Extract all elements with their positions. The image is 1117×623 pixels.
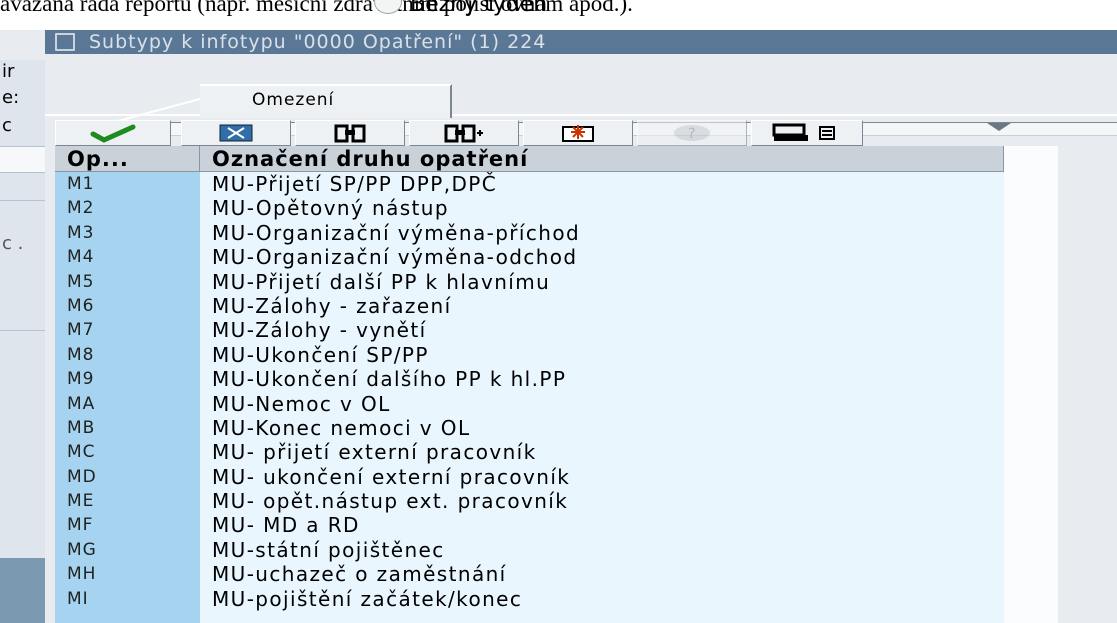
list-item[interactable]: M2 MU-Opětovný nástup (55, 196, 1004, 220)
bg-panel (0, 30, 45, 60)
list-item[interactable]: M7 MU-Zálohy - vynětí (55, 318, 1004, 342)
row-key: M3 (67, 222, 95, 243)
row-key: M2 (67, 198, 95, 219)
cancel-button[interactable] (181, 120, 291, 146)
list-item[interactable]: M4 MU-Organizační výměna-odchod (55, 245, 1004, 269)
row-text: MU- MD a RD (212, 513, 360, 538)
list-item[interactable]: M6 MU-Zálohy - zařazení (55, 294, 1004, 318)
list-item[interactable]: M3 MU-Organizační výměna-příchod (55, 221, 1004, 245)
help-icon: ? (638, 121, 746, 145)
list-item[interactable]: MI MU-pojištění začátek/konec (55, 587, 1004, 611)
list-rows: M1 MU-Přijetí SP/PP DPP,DPČ M2 MU-Opětovný … (55, 172, 1004, 611)
tab-omezeni[interactable]: Omezení (200, 84, 452, 118)
row-text: MU-Konec nemoci v OL (212, 415, 471, 440)
row-key: M7 (67, 320, 95, 341)
tab-strip: Omezení (45, 54, 1117, 122)
printer-icon (752, 121, 862, 145)
row-key: MG (67, 539, 97, 560)
row-text: MU- přijetí externí pracovník (212, 440, 537, 465)
row-key: MI (67, 588, 89, 609)
row-key: M5 (67, 271, 95, 292)
column-header-key[interactable]: Op... (55, 146, 200, 172)
binoculars-plus-icon (410, 121, 518, 145)
radio-label: Bezny tyden (410, 0, 548, 17)
list-item[interactable]: MA MU-Nemoc v OL (55, 392, 1004, 416)
row-key: M6 (67, 295, 95, 316)
checkmark-icon (56, 121, 170, 145)
row-key: M4 (67, 247, 95, 268)
row-key: M8 (67, 344, 95, 365)
find-button[interactable] (295, 120, 405, 146)
row-text: MU-Přijetí SP/PP DPP,DPČ (212, 172, 498, 196)
row-text: MU- ukončení externí pracovník (212, 464, 571, 489)
bg-field (0, 146, 45, 173)
cancel-icon (182, 121, 290, 145)
row-key: MF (67, 515, 94, 536)
list-item[interactable]: ME MU- opět.nástup ext. pracovník (55, 489, 1004, 513)
row-key: MB (67, 417, 96, 438)
list-item[interactable]: M8 MU-Ukončení SP/PP (55, 343, 1004, 367)
row-key: M1 (67, 174, 95, 194)
bg-label: c (2, 115, 12, 136)
row-text: MU-Zálohy - vynětí (212, 318, 427, 343)
list-item[interactable]: MG MU-státní pojištěnec (55, 538, 1004, 562)
row-text: MU-Nemoc v OL (212, 391, 391, 416)
bg-label: e: (2, 87, 20, 108)
row-text: MU-Opětovný nástup (212, 196, 449, 221)
new-document-icon (524, 121, 632, 145)
find-next-button[interactable] (409, 120, 519, 146)
row-text: MU-uchazeč o zaměstnání (212, 562, 507, 587)
bg-panel (0, 558, 45, 623)
row-text: MU-Ukončení dalšího PP k hl.PP (212, 367, 567, 392)
background-document: avazana rada reportu (napr. mesicni zdra… (0, 0, 1117, 30)
row-key: ME (67, 491, 95, 512)
background-window: ir e: c c . (0, 30, 45, 623)
row-text: MU-Organizační výměna-odchod (212, 245, 578, 270)
row-text: MU-Organizační výměna-příchod (212, 220, 581, 245)
row-key: M9 (67, 369, 95, 390)
column-header-text[interactable]: Označení druhu opatření (200, 146, 1004, 172)
dialog-titlebar[interactable]: Subtypy k infotypu "0000 Opatření" (1) 2… (45, 30, 1117, 54)
new-entry-button[interactable] (523, 120, 633, 146)
list-item[interactable]: MD MU- ukončení externí pracovník (55, 465, 1004, 489)
row-text: MU-Zálohy - zařazení (212, 293, 452, 318)
row-key: MD (67, 466, 97, 487)
bg-label: ir (2, 61, 15, 82)
row-text: MU-pojištění začátek/konec (212, 586, 523, 611)
list-item[interactable]: M5 MU-Přijetí další PP k hlavnímu (55, 270, 1004, 294)
list-item[interactable]: MF MU- MD a RD (55, 513, 1004, 537)
list-item[interactable]: M1 MU-Přijetí SP/PP DPP,DPČ (55, 172, 1004, 196)
list-item[interactable]: M9 MU-Ukončení dalšího PP k hl.PP (55, 367, 1004, 391)
bg-label: c . (2, 233, 24, 254)
dialog-title: Subtypy k infotypu "0000 Opatření" (1) 2… (89, 31, 547, 53)
svg-text:?: ? (688, 126, 695, 142)
confirm-button[interactable] (55, 120, 171, 146)
tab-label: Omezení (252, 90, 335, 110)
bg-divider (0, 200, 45, 201)
list-item[interactable]: MC MU- přijetí externí pracovník (55, 440, 1004, 464)
subtype-list: Op... Označení druhu opatření M1 MU-Přije… (55, 146, 1058, 623)
window-icon (55, 33, 75, 51)
list-item[interactable]: MB MU-Konec nemoci v OL (55, 416, 1004, 440)
row-key: MC (67, 442, 96, 463)
row-text: MU-státní pojištěnec (212, 537, 445, 562)
row-key: MH (67, 564, 97, 585)
row-text: MU- opět.nástup ext. pracovník (212, 489, 569, 514)
row-key: MA (67, 393, 96, 414)
print-button[interactable] (751, 120, 863, 146)
bg-divider (0, 330, 45, 331)
help-button[interactable]: ? (637, 120, 747, 146)
row-text: MU-Přijetí další PP k hlavnímu (212, 269, 551, 294)
binoculars-icon (296, 121, 404, 145)
list-item[interactable]: MH MU-uchazeč o zaměstnání (55, 562, 1004, 586)
row-text: MU-Ukončení SP/PP (212, 342, 429, 367)
